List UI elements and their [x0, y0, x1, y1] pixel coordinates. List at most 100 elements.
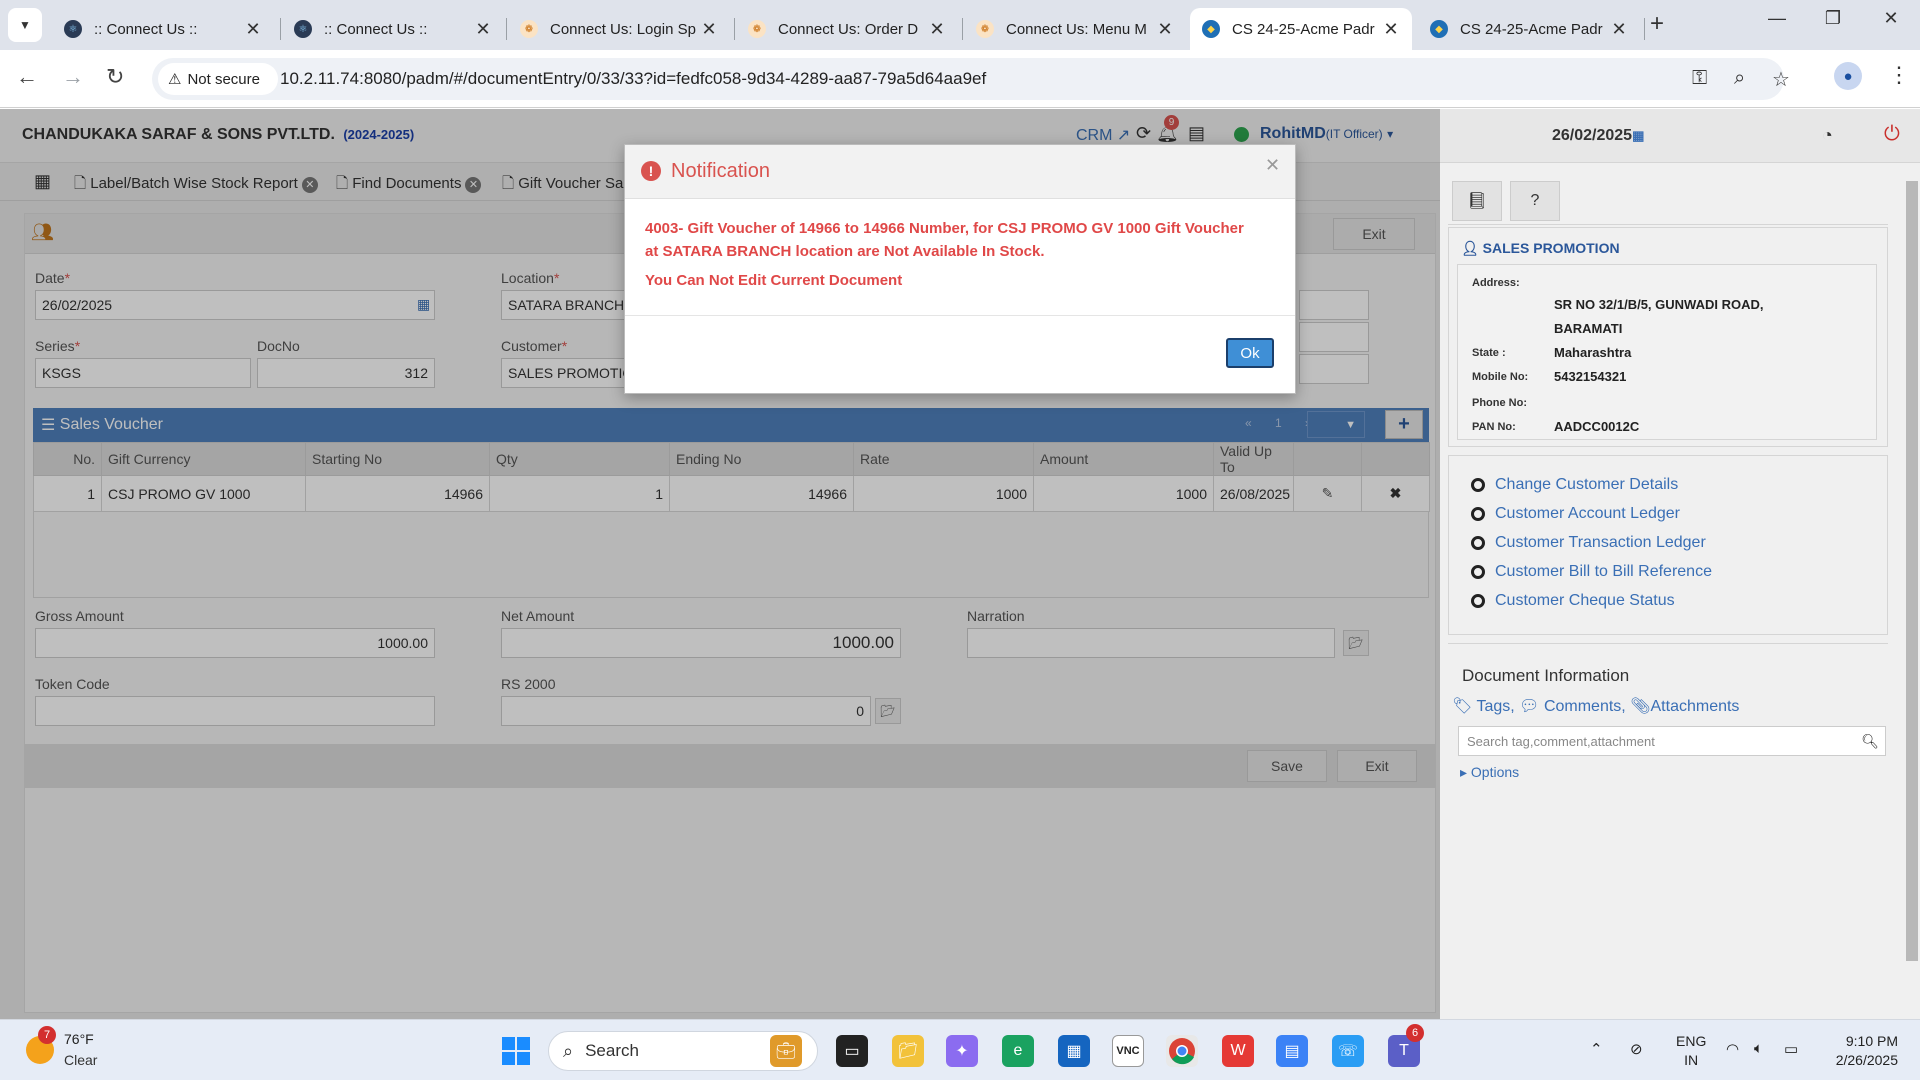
task-view-icon[interactable]: ▭	[836, 1035, 868, 1067]
browser-tab-7[interactable]: ◆ CS 24-25-Acme Padr ✕	[1418, 8, 1640, 50]
url-text[interactable]: 10.2.11.74:8080/padm/#/documentEntry/0/3…	[280, 69, 986, 89]
volume-icon[interactable]: 🔈︎	[1754, 1040, 1763, 1057]
address-bar[interactable]: ⚠ Not secure 10.2.11.74:8080/padm/#/docu…	[152, 58, 1790, 100]
customer-info-box: 👤︎ SALES PROMOTION Address: SR NO 32/1/B…	[1448, 227, 1888, 447]
close-tab-icon[interactable]: ✕	[698, 19, 720, 40]
react-favicon-icon: ⚛	[294, 20, 312, 38]
dialog-message-1: 4003- Gift Voucher of 14966 to 14966 Num…	[645, 220, 1244, 237]
sidebar-tab-book[interactable]: 📘︎	[1452, 181, 1502, 221]
notification-dialog: ! Notification ✕ 4003- Gift Voucher of 1…	[624, 144, 1296, 394]
back-icon[interactable]: ←	[16, 64, 38, 90]
doc-info-search-input[interactable]: Search tag,comment,attachment 🔍︎	[1458, 726, 1886, 756]
tags-link[interactable]: 🏷︎ Tags,	[1452, 698, 1515, 715]
attachments-link[interactable]: 📎︎Attachments	[1630, 698, 1739, 715]
book-icon: 📘︎	[1466, 193, 1488, 210]
header-date: 26/02/2025▦	[1552, 127, 1645, 144]
pan-label: PAN No:	[1472, 421, 1516, 433]
file-explorer-icon[interactable]: 📁︎	[892, 1035, 924, 1067]
sidebar-scroll-thumb[interactable]	[1906, 181, 1918, 961]
link-customer-account-ledger[interactable]: Customer Account Ledger	[1471, 505, 1680, 523]
security-chip[interactable]: ⚠ Not secure	[158, 63, 278, 95]
search-icon[interactable]: 🔍︎	[1861, 733, 1879, 750]
profile-avatar-icon[interactable]: ●	[1834, 62, 1862, 90]
forward-icon[interactable]: →	[62, 64, 84, 90]
browser-tab-6-active[interactable]: ◆ CS 24-25-Acme Padr ✕	[1190, 8, 1412, 50]
right-header: 26/02/2025▦ ◔ ⏻	[1440, 109, 1920, 163]
user-icon: 👤︎	[1461, 240, 1483, 256]
close-tab-icon[interactable]: ✕	[242, 19, 264, 40]
browser-tab-5[interactable]: ❁ Connect Us: Menu M ✕	[964, 8, 1186, 50]
vnc-icon[interactable]: VNC	[1112, 1035, 1144, 1067]
copilot-icon[interactable]: ✦	[946, 1035, 978, 1067]
bookmark-star-icon[interactable]: ☆	[1772, 67, 1790, 92]
chrome-icon[interactable]	[1166, 1035, 1198, 1067]
address-label: Address:	[1472, 277, 1520, 289]
windows-taskbar: 7 76°F Clear ⌕ Search 💼︎ ▭ 📁︎ ✦ e ▦ VNC …	[0, 1019, 1920, 1080]
state-value: Maharashtra	[1554, 345, 1632, 360]
restore-icon[interactable]: ❐	[1808, 8, 1858, 29]
chevron-up-icon[interactable]: ⌃	[1590, 1040, 1603, 1058]
site-favicon-icon: ❁	[748, 20, 766, 38]
wps-office-icon[interactable]: W	[1222, 1035, 1254, 1067]
link-change-customer-details[interactable]: Change Customer Details	[1471, 476, 1678, 494]
system-clock[interactable]: 9:10 PM 2/26/2025	[1826, 1032, 1898, 1070]
link-customer-transaction-ledger[interactable]: Customer Transaction Ledger	[1471, 534, 1706, 552]
customer-details: Address: SR NO 32/1/B/5, GUNWADI ROAD, B…	[1457, 264, 1877, 440]
eye-hidden-icon[interactable]: ◔	[1822, 125, 1833, 146]
pan-value: AADCC0012C	[1554, 419, 1640, 434]
link-customer-cheque-status[interactable]: Customer Cheque Status	[1471, 592, 1675, 610]
close-icon[interactable]: ✕	[1265, 155, 1280, 176]
close-tab-icon[interactable]: ✕	[1380, 19, 1402, 40]
mobile-value: 5432154321	[1554, 369, 1627, 384]
search-icon: ⌕	[563, 1040, 574, 1061]
dialog-title: Notification	[671, 160, 770, 182]
minimize-icon[interactable]: —	[1752, 8, 1802, 29]
zoom-icon[interactable]: ⌕	[1734, 67, 1745, 90]
close-tab-icon[interactable]: ✕	[1154, 19, 1176, 40]
edge-icon[interactable]: e	[1002, 1035, 1034, 1067]
close-tab-icon[interactable]: ✕	[472, 19, 494, 40]
address-line1: SR NO 32/1/B/5, GUNWADI ROAD,	[1554, 297, 1764, 312]
browser-tab-3[interactable]: ❁ Connect Us: Login Sp ✕	[508, 8, 730, 50]
circle-icon	[1471, 565, 1485, 579]
caret-right-icon: ▸	[1460, 764, 1468, 780]
sidebar-tab-help[interactable]: ?	[1510, 181, 1560, 221]
briefcase-icon[interactable]: 💼︎	[770, 1035, 802, 1067]
browser-tab-1[interactable]: ⚛ :: Connect Us :: ✕	[52, 8, 274, 50]
password-key-icon[interactable]: ⚿	[1692, 67, 1707, 90]
reload-icon[interactable]: ↻	[106, 64, 124, 90]
address-line2: BARAMATI	[1554, 321, 1623, 336]
browser-tab-2[interactable]: ⚛ :: Connect Us :: ✕	[282, 8, 504, 50]
wifi-icon[interactable]: ◠	[1726, 1040, 1739, 1058]
network-off-icon[interactable]: ⊘	[1630, 1040, 1643, 1058]
input-language[interactable]: ENG IN	[1676, 1032, 1706, 1070]
battery-icon[interactable]: ▭	[1784, 1040, 1798, 1058]
browser-tab-4[interactable]: ❁ Connect Us: Order D ✕	[736, 8, 958, 50]
dialog-divider	[625, 315, 1295, 316]
new-tab-button[interactable]: +	[1650, 10, 1664, 38]
phone-link-icon[interactable]: ☏	[1332, 1035, 1364, 1067]
close-tab-icon[interactable]: ✕	[1608, 19, 1630, 40]
power-icon[interactable]: ⏻	[1884, 123, 1900, 146]
customer-links-box: Change Customer Details Customer Account…	[1448, 455, 1888, 635]
tab-search-button[interactable]: ▼	[8, 8, 42, 42]
close-tab-icon[interactable]: ✕	[926, 19, 948, 40]
comments-link[interactable]: 💬︎ Comments,	[1519, 698, 1626, 715]
notepad-icon[interactable]: ▤	[1276, 1035, 1308, 1067]
browser-toolbar: ← → ↻ ⚠ Not secure 10.2.11.74:8080/padm/…	[0, 50, 1920, 108]
tab-separator	[962, 18, 963, 40]
ok-button[interactable]: Ok	[1226, 338, 1274, 368]
tab-separator	[734, 18, 735, 40]
close-window-icon[interactable]: ✕	[1866, 8, 1916, 29]
options-toggle[interactable]: ▸ Options	[1460, 764, 1519, 781]
teams-badge: 6	[1406, 1024, 1424, 1042]
weather-badge: 7	[38, 1026, 56, 1044]
dialog-message-3: You Can Not Edit Current Document	[645, 272, 903, 289]
app-favicon-icon: ◆	[1202, 20, 1220, 38]
store-icon[interactable]: ▦	[1058, 1035, 1090, 1067]
mobile-label: Mobile No:	[1472, 371, 1529, 383]
circle-icon	[1471, 478, 1485, 492]
windows-start-icon[interactable]	[500, 1035, 532, 1067]
link-customer-bill-to-bill[interactable]: Customer Bill to Bill Reference	[1471, 563, 1712, 581]
browser-menu-icon[interactable]: ⋮	[1888, 62, 1910, 88]
